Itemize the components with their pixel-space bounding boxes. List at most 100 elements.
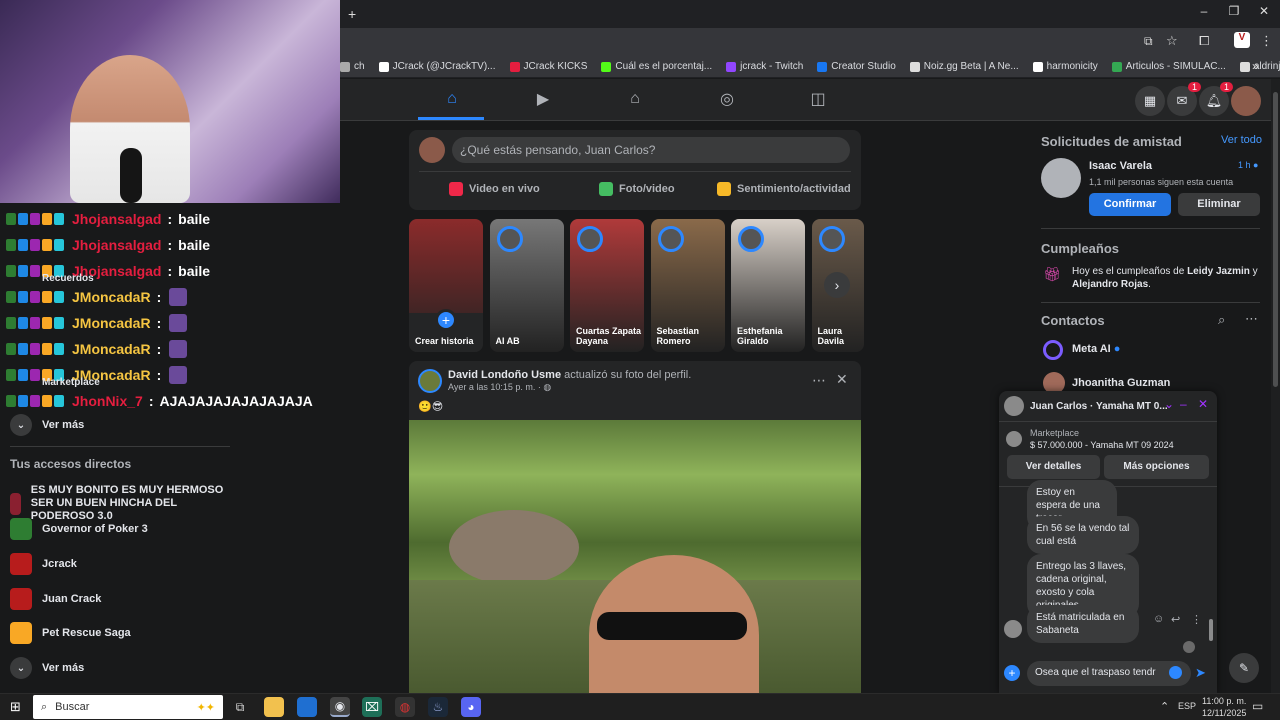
messenger-icon[interactable]: ✉ 1 [1167, 82, 1201, 116]
groups-icon[interactable]: ◎ [715, 88, 739, 110]
see-more-shortcuts-button[interactable]: ⌄ Ver más [10, 657, 84, 679]
file-explorer-icon[interactable] [264, 697, 284, 717]
minimize-icon[interactable]: – [1194, 4, 1214, 18]
see-more-button[interactable]: ⌄ Ver más [10, 414, 84, 436]
add-story-icon[interactable]: + [435, 309, 457, 331]
composer-input[interactable]: ¿Qué estás pensando, Juan Carlos? [452, 137, 850, 163]
post-author[interactable]: David Londoño Usme [448, 369, 561, 381]
close-window-icon[interactable]: ✕ [1254, 4, 1274, 18]
marketplace-icon[interactable]: ⌂ [623, 88, 647, 110]
bookmark-star-icon[interactable]: ☆ [1166, 33, 1178, 49]
stories-next-icon[interactable]: › [824, 272, 850, 298]
react-icon[interactable]: ☺ [1153, 613, 1164, 625]
contacts-options-icon[interactable]: ⋯ [1245, 311, 1258, 327]
bookmark-item[interactable]: harmonicity [1032, 61, 1098, 72]
restore-icon[interactable]: ❐ [1224, 4, 1244, 18]
install-app-icon[interactable]: ⧉ [1144, 34, 1153, 49]
avatar[interactable] [1041, 158, 1081, 198]
request-name[interactable]: Isaac Varela [1089, 160, 1152, 172]
post-time-text[interactable]: Ayer a las 10:15 p. m. · [448, 382, 541, 392]
clock[interactable]: 11:00 p. m. 12/11/2025 [1202, 695, 1246, 719]
new-tab-icon[interactable]: + [348, 6, 356, 22]
language-indicator[interactable]: ESP [1178, 701, 1196, 711]
story-card[interactable]: Cuartas Zapata Dayana [570, 219, 644, 352]
notification-center-icon[interactable]: ▭ [1252, 699, 1263, 713]
view-details-button[interactable]: Ver detalles [1007, 455, 1100, 479]
shortcut-item[interactable]: Juan Crack [10, 588, 240, 610]
see-all-link[interactable]: Ver todo [1221, 134, 1262, 146]
chat-username[interactable]: JhonNix_7 [72, 393, 143, 409]
tray-chevron-icon[interactable]: ⌃ [1160, 700, 1169, 713]
bookmark-item[interactable]: Cuál es el porcentaj... [601, 61, 712, 72]
chat-username[interactable]: Jhojansalgad [72, 211, 161, 227]
contact-meta-ai[interactable]: Meta AI ● [1072, 343, 1120, 355]
sidebar-item-label[interactable]: Marketplace [42, 377, 100, 388]
new-message-icon[interactable]: ✎ [1229, 653, 1259, 683]
menu-grid-icon[interactable]: ▦ [1135, 86, 1165, 116]
bookmark-item[interactable]: Articulos - SIMULAC... [1111, 61, 1226, 72]
bookmark-item[interactable]: JCrack (@JCrackTV)... [378, 61, 496, 72]
minimize-chat-icon[interactable]: – [1180, 397, 1187, 411]
chrome-icon[interactable]: ◉ [330, 697, 350, 717]
shortcut-item[interactable]: Pet Rescue Saga [10, 622, 240, 644]
outlook-icon[interactable] [297, 697, 317, 717]
steam-icon[interactable]: ♨ [428, 697, 448, 717]
composer-action-button[interactable]: Sentimiento/actividad [717, 182, 851, 196]
delete-button[interactable]: Eliminar [1178, 193, 1260, 216]
birthday-name-2[interactable]: Alejandro Rojas [1072, 279, 1148, 290]
terminal-icon[interactable]: ⌧ [362, 697, 382, 717]
contact-jhoanitha[interactable]: Jhoanitha Guzman [1072, 377, 1170, 389]
listing-title[interactable]: $ 57.000.000 - Yamaha MT 09 2024 [1030, 440, 1174, 450]
video-icon[interactable]: ▶ [531, 88, 555, 110]
composer-action-button[interactable]: Video en vivo [449, 182, 540, 196]
close-chat-icon[interactable]: ✕ [1198, 397, 1208, 411]
composer-action-button[interactable]: Foto/video [599, 182, 675, 196]
home-icon[interactable]: ⌂ [440, 88, 464, 110]
task-view-icon[interactable]: ⧉ [230, 697, 250, 717]
avatar[interactable] [418, 369, 442, 393]
search-icon[interactable]: ⌕ [1218, 312, 1225, 328]
call-icon[interactable]: ⌄ [1164, 397, 1174, 411]
windows-start-icon[interactable]: ⊞ [10, 699, 21, 715]
bookmark-item[interactable]: aldrinjaramillo [1239, 61, 1280, 72]
chat-scrollbar[interactable] [1208, 489, 1214, 649]
avatar[interactable] [1004, 396, 1024, 416]
more-options-button[interactable]: Más opciones [1104, 455, 1209, 479]
sidebar-item-label[interactable]: Recuerdos [42, 273, 94, 284]
story-card[interactable]: AI AB [489, 219, 564, 352]
chat-username[interactable]: Jhojansalgad [72, 237, 161, 253]
extensions-icon[interactable]: ⧠ [1199, 33, 1209, 49]
profile-extension-icon[interactable]: V [1234, 32, 1250, 48]
bookmark-item[interactable]: jcrack - Twitch [726, 61, 803, 72]
page-scrollbar-thumb[interactable] [1273, 92, 1278, 387]
chat-scrollbar-thumb[interactable] [1209, 619, 1213, 641]
birthday-name-1[interactable]: Leidy Jazmin [1187, 266, 1250, 277]
taskbar-search[interactable]: ⌕ Buscar ✦✦ [33, 695, 223, 719]
send-icon[interactable]: ➤ [1195, 665, 1206, 681]
shortcut-item[interactable]: Jcrack [10, 553, 240, 575]
chat-title[interactable]: Juan Carlos · Yamaha MT 0... [1030, 401, 1168, 412]
message-options-icon[interactable]: ⋮ [1191, 613, 1202, 626]
add-attachment-icon[interactable]: + [1004, 665, 1020, 681]
story-card[interactable]: Esthefania Giraldo [731, 219, 805, 352]
shortcut-item[interactable]: Governor of Poker 3 [10, 518, 240, 540]
message-input[interactable]: Osea que el traspaso tendr [1027, 661, 1191, 686]
chat-username[interactable]: JMoncadaR [72, 289, 151, 305]
notifications-icon[interactable]: 🔔︎ 1 [1199, 82, 1233, 116]
emoji-icon[interactable] [1169, 666, 1182, 679]
obs-icon[interactable]: ◍ [395, 697, 415, 717]
reply-icon[interactable]: ↩ [1171, 613, 1180, 626]
story-card[interactable]: + Crear historia [409, 219, 483, 352]
bookmark-item[interactable]: Noiz.gg Beta | A Ne... [909, 61, 1019, 72]
chat-username[interactable]: JMoncadaR [72, 315, 151, 331]
discord-icon[interactable]: ◕ [461, 697, 481, 717]
gaming-icon[interactable]: ◫ [806, 88, 830, 110]
post-photo[interactable] [409, 420, 861, 715]
browser-menu-icon[interactable]: ⋮ [1260, 33, 1273, 49]
more-bookmarks-icon[interactable]: » [1252, 59, 1259, 73]
bookmark-item[interactable]: ch [340, 61, 365, 72]
bookmark-item[interactable]: JCrack KICKS [509, 61, 587, 72]
avatar[interactable] [1231, 86, 1261, 116]
confirm-button[interactable]: Confirmar [1089, 193, 1171, 216]
bookmark-item[interactable]: Creator Studio [817, 61, 896, 72]
